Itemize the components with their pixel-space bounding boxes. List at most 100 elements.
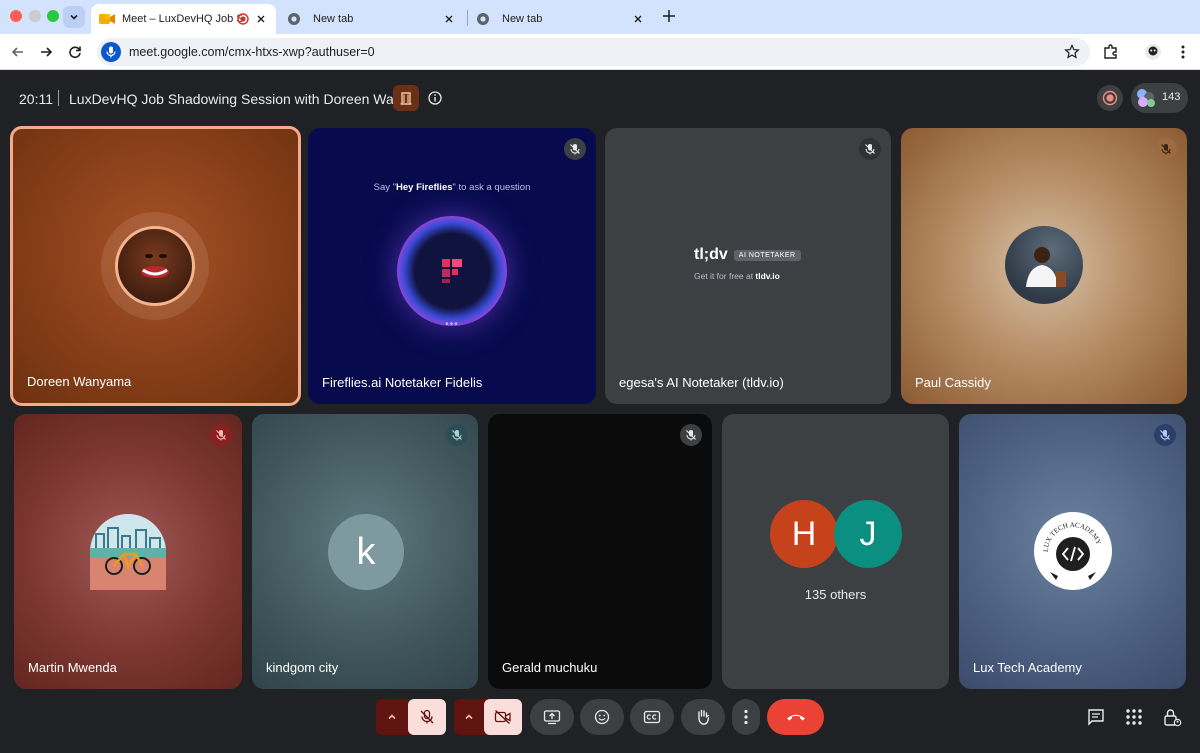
address-bar[interactable]: meet.google.com/cmx-htxs-xwp?authuser=0 bbox=[97, 38, 1090, 66]
fireflies-orb bbox=[397, 216, 507, 326]
more-vertical-icon[interactable] bbox=[1174, 43, 1192, 61]
camera-toggle-button[interactable] bbox=[484, 699, 522, 735]
close-icon[interactable] bbox=[631, 12, 645, 26]
speaking-ring bbox=[101, 212, 209, 320]
more-options-button[interactable] bbox=[732, 699, 760, 735]
door-icon bbox=[400, 92, 412, 105]
person-photo-icon bbox=[1026, 247, 1066, 287]
bookmark-star-icon[interactable] bbox=[1064, 44, 1080, 60]
avatar-illustration bbox=[90, 514, 166, 590]
tldv-pill: AI NOTETAKER bbox=[733, 249, 801, 261]
tab-title: New tab bbox=[502, 13, 543, 25]
participant-name: Lux Tech Academy bbox=[973, 660, 1082, 675]
profile-avatar-icon[interactable] bbox=[1144, 43, 1162, 61]
participants-button[interactable]: 143 bbox=[1131, 83, 1188, 113]
microphone-icon bbox=[106, 46, 116, 58]
meet-call-area: 20:11 LuxDevHQ Job Shadowing Session wit… bbox=[0, 70, 1200, 753]
chevron-down-icon bbox=[70, 14, 78, 20]
back-button[interactable] bbox=[8, 42, 28, 62]
browser-toolbar: meet.google.com/cmx-htxs-xwp?authuser=0 bbox=[0, 34, 1200, 70]
participant-tile-others[interactable]: H J 135 others bbox=[722, 414, 949, 689]
extensions-puzzle-icon[interactable] bbox=[1102, 43, 1120, 61]
lux-tech-logo: LUX TECH ACADEMY bbox=[1034, 512, 1112, 590]
new-tab-plus-icon[interactable] bbox=[661, 8, 677, 24]
call-controls-bar bbox=[0, 689, 1200, 753]
record-icon bbox=[1102, 90, 1118, 106]
tab-title: New tab bbox=[313, 13, 354, 25]
tab-strip: Meet – LuxDevHQ Job Sh New tab New tab bbox=[0, 0, 1200, 34]
others-count-label: 135 others bbox=[804, 587, 867, 602]
recording-button[interactable] bbox=[1097, 85, 1123, 111]
muted-indicator bbox=[1155, 138, 1177, 160]
close-icon[interactable] bbox=[254, 12, 268, 26]
participant-tile-paul[interactable]: Paul Cassidy bbox=[901, 128, 1187, 404]
muted-indicator bbox=[210, 424, 232, 446]
muted-indicator bbox=[446, 424, 468, 446]
reactions-button[interactable] bbox=[580, 699, 624, 735]
participant-name: Martin Mwenda bbox=[28, 660, 117, 675]
camera-off-icon bbox=[494, 709, 511, 725]
mic-off-icon bbox=[1161, 144, 1171, 155]
tldv-subtext-domain: tldv.io bbox=[755, 271, 780, 281]
reload-button[interactable] bbox=[65, 42, 85, 62]
chat-icon[interactable] bbox=[1086, 707, 1106, 727]
mic-off-icon bbox=[216, 430, 226, 441]
forward-button[interactable] bbox=[36, 42, 56, 62]
participant-name: kindgom city bbox=[266, 660, 339, 675]
tab-meet[interactable]: Meet – LuxDevHQ Job Sh bbox=[91, 4, 276, 34]
camera-options-button[interactable] bbox=[454, 699, 484, 735]
participant-name: Gerald muchuku bbox=[502, 660, 598, 675]
mic-control-group bbox=[376, 699, 446, 735]
meeting-time: 20:11 bbox=[19, 91, 53, 107]
activities-grid-icon[interactable] bbox=[1124, 707, 1144, 727]
tab-new-tab-1[interactable]: New tab bbox=[279, 4, 464, 34]
tab-title: Meet – LuxDevHQ Job Sh bbox=[122, 13, 242, 25]
info-icon[interactable] bbox=[428, 91, 442, 105]
participant-tile-tldv[interactable]: tl;dv AI NOTETAKER Get it for free at tl… bbox=[605, 128, 891, 404]
meeting-title: LuxDevHQ Job Shadowing Session with Dore… bbox=[69, 91, 406, 107]
window-minimize-button[interactable] bbox=[29, 10, 41, 22]
window-close-button[interactable] bbox=[10, 10, 22, 22]
mic-options-button[interactable] bbox=[376, 699, 408, 735]
window-maximize-button[interactable] bbox=[47, 10, 59, 22]
arrow-right-icon bbox=[41, 47, 53, 57]
close-icon[interactable] bbox=[442, 12, 456, 26]
participant-tile-fireflies[interactable]: Say "Hey Fireflies" to ask a question ••… bbox=[308, 128, 596, 404]
chevron-up-icon bbox=[465, 714, 473, 720]
participant-tile-kindgom[interactable]: k kindgom city bbox=[252, 414, 478, 689]
participant-tile-doreen[interactable]: Doreen Wanyama bbox=[10, 126, 301, 406]
participant-tile-lux-tech[interactable]: LUX TECH ACADEMY Lux Tech Academy bbox=[959, 414, 1186, 689]
mic-off-icon bbox=[420, 709, 434, 724]
participant-name: egesa's AI Notetaker (tldv.io) bbox=[619, 375, 784, 390]
avatar-initial: k bbox=[328, 514, 404, 590]
tldv-branding: tl;dv AI NOTETAKER bbox=[694, 246, 801, 264]
present-screen-button[interactable] bbox=[530, 699, 574, 735]
url-text: meet.google.com/cmx-htxs-xwp?authuser=0 bbox=[129, 45, 375, 59]
meet-favicon-icon bbox=[99, 14, 115, 24]
muted-indicator bbox=[1154, 424, 1176, 446]
tab-new-tab-2[interactable]: New tab bbox=[468, 4, 653, 34]
closed-captions-icon bbox=[643, 710, 661, 724]
mic-off-icon bbox=[686, 430, 696, 441]
participant-tile-martin[interactable]: Martin Mwenda bbox=[14, 414, 242, 689]
companion-mode-button[interactable] bbox=[393, 85, 419, 111]
end-call-button[interactable] bbox=[767, 699, 824, 735]
header-divider bbox=[58, 90, 59, 106]
captions-button[interactable] bbox=[630, 699, 674, 735]
camera-control-group bbox=[454, 699, 522, 735]
fireflies-logo-icon bbox=[442, 259, 462, 283]
people-avatars-icon bbox=[1137, 89, 1155, 107]
mic-toggle-button[interactable] bbox=[408, 699, 446, 735]
tldv-subtext-prefix: Get it for free at bbox=[694, 271, 756, 281]
avatar-photo bbox=[115, 226, 195, 306]
host-controls-lock-icon[interactable] bbox=[1162, 707, 1182, 727]
avatar-initial-j: J bbox=[834, 500, 902, 568]
mic-in-use-indicator[interactable] bbox=[101, 42, 121, 62]
participant-name: Doreen Wanyama bbox=[27, 374, 132, 389]
browser-window: Meet – LuxDevHQ Job Sh New tab New tab m… bbox=[0, 0, 1200, 753]
tab-search-button[interactable] bbox=[63, 6, 85, 28]
participant-tile-gerald[interactable]: Gerald muchuku bbox=[488, 414, 712, 689]
loading-dots: ••• bbox=[445, 319, 459, 330]
emoji-icon bbox=[594, 709, 610, 725]
raise-hand-button[interactable] bbox=[681, 699, 725, 735]
